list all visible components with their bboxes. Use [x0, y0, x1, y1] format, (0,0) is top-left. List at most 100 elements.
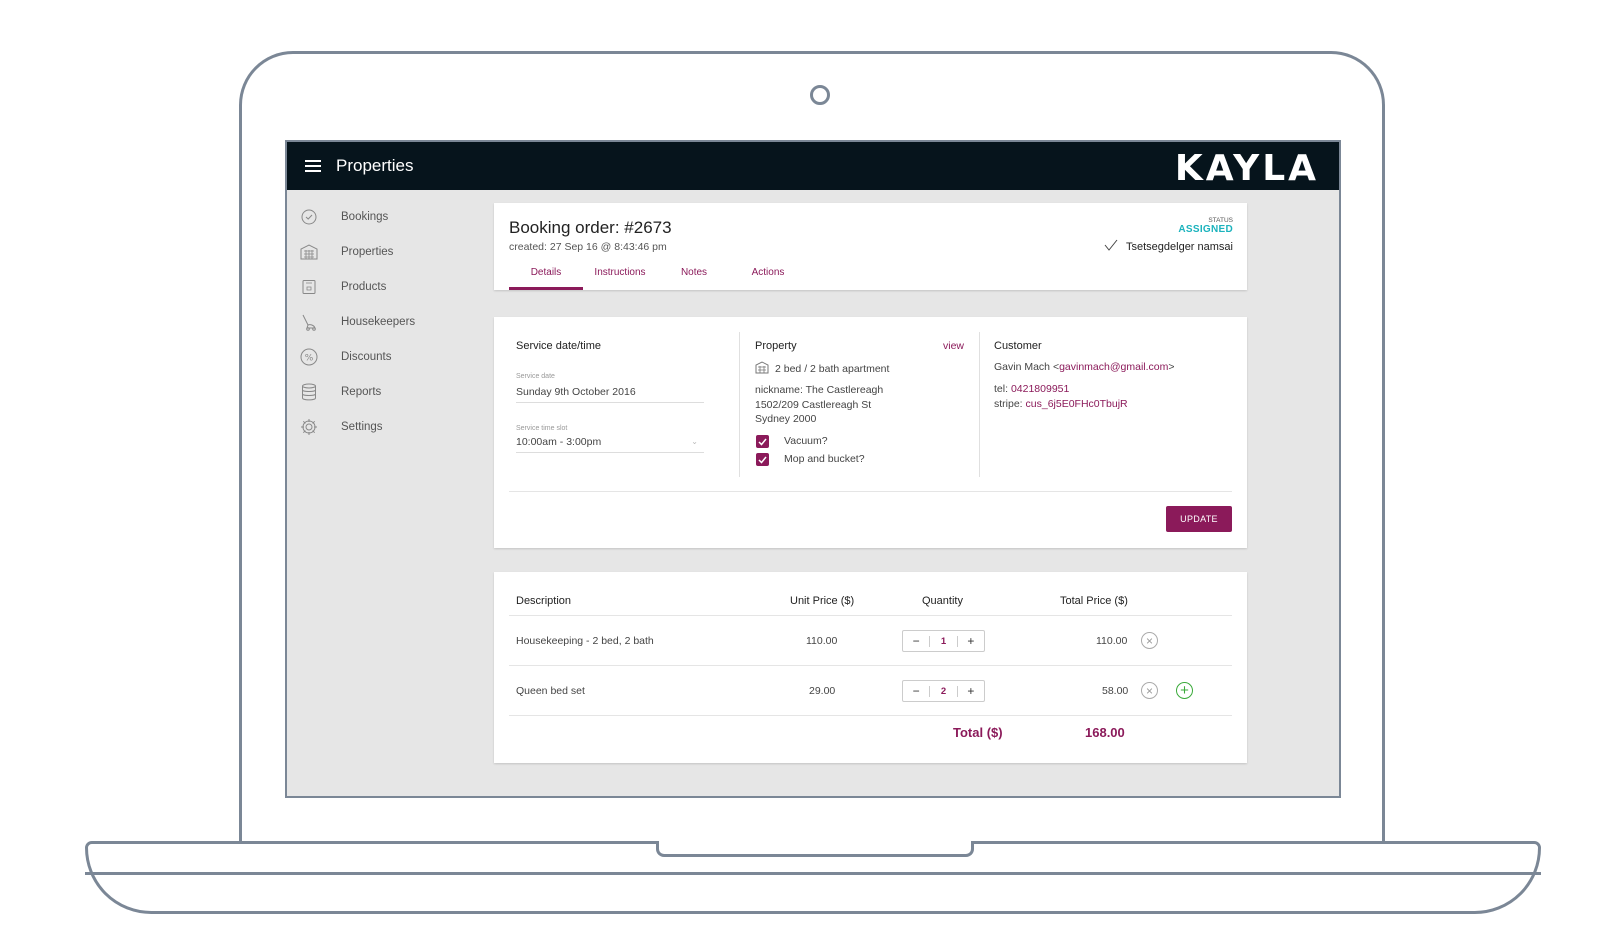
- stripe-label: stripe:: [994, 398, 1026, 410]
- property-address-line1: 1502/209 Castlereagh St: [755, 399, 872, 411]
- tab-notes[interactable]: Notes: [657, 263, 731, 290]
- column-divider: [979, 332, 980, 477]
- vacuum-icon: [299, 312, 319, 332]
- property-type: 2 bed / 2 bath apartment: [755, 361, 889, 377]
- increment-button[interactable]: +: [958, 684, 984, 698]
- tab-details[interactable]: Details: [509, 263, 583, 290]
- sidebar-item-settings[interactable]: Settings: [287, 409, 487, 444]
- screen: Properties KAYLA Bookings Properties Pro…: [285, 140, 1341, 798]
- service-slot-label: Service time slot: [516, 425, 568, 432]
- service-slot-value: 10:00am - 3:00pm: [516, 436, 602, 448]
- order-title: Booking order: #2673: [509, 218, 672, 237]
- service-slot-select[interactable]: 10:00am - 3:00pm ⌄: [516, 436, 704, 453]
- row-1-description: Housekeeping - 2 bed, 2 bath: [516, 635, 654, 647]
- customer-tel: tel: 0421809951: [994, 383, 1069, 395]
- row-1-unit-price: 110.00: [806, 635, 838, 647]
- add-icon[interactable]: +: [1176, 682, 1193, 699]
- row-2-unit-price: 29.00: [809, 685, 836, 697]
- service-date-field[interactable]: Sunday 9th October 2016: [516, 386, 704, 403]
- line-items-card: Description Unit Price ($) Quantity Tota…: [494, 572, 1247, 763]
- database-icon: [299, 382, 319, 402]
- customer-stripe: stripe: cus_6j5E0FHc0TbujR: [994, 398, 1128, 410]
- total-label: Total ($): [953, 725, 1003, 740]
- check-icon: [1104, 239, 1118, 254]
- sidebar-item-products[interactable]: Products: [287, 269, 487, 304]
- sidebar-item-label: Discounts: [341, 350, 392, 363]
- order-header-card: Booking order: #2673 created: 27 Sep 16 …: [494, 203, 1247, 290]
- sidebar-item-label: Bookings: [341, 210, 389, 223]
- vacuum-label: Vacuum?: [784, 435, 828, 447]
- menu-icon[interactable]: [305, 160, 321, 172]
- customer-stripe-link[interactable]: cus_6j5E0FHc0TbujR: [1026, 398, 1128, 410]
- sidebar-item-label: Products: [341, 280, 387, 293]
- vacuum-checkbox[interactable]: [756, 435, 769, 448]
- laptop-base-line: [85, 872, 1541, 875]
- row-1-quantity-stepper: − 1 +: [902, 630, 985, 652]
- sidebar-item-housekeepers[interactable]: Housekeepers: [287, 304, 487, 339]
- check-circle-icon: [299, 207, 319, 227]
- app-title: Properties: [336, 156, 414, 175]
- divider: [509, 491, 1232, 492]
- sidebar-item-label: Housekeepers: [341, 315, 416, 328]
- decrement-button[interactable]: −: [903, 634, 929, 648]
- sidebar-item-label: Reports: [341, 385, 382, 398]
- laptop-notch: [656, 841, 974, 857]
- quantity-value[interactable]: 2: [929, 685, 958, 697]
- sidebar-item-properties[interactable]: Properties: [287, 234, 487, 269]
- increment-button[interactable]: +: [958, 634, 984, 648]
- header-total-price: Total Price ($): [1060, 595, 1128, 607]
- box-icon: [299, 277, 319, 297]
- customer-email-close: >: [1168, 361, 1175, 373]
- tab-actions[interactable]: Actions: [731, 263, 805, 290]
- camera: [810, 85, 830, 105]
- building-icon: [755, 361, 769, 377]
- top-bar: Properties KAYLA: [287, 142, 1339, 190]
- row-2-total: 58.00: [1102, 685, 1129, 697]
- customer-title: Customer: [994, 340, 1042, 352]
- mop-checkbox[interactable]: [756, 453, 769, 466]
- tab-bar: Details Instructions Notes Actions: [509, 263, 805, 290]
- quantity-value[interactable]: 1: [929, 635, 958, 647]
- row-2-quantity-stepper: − 2 +: [902, 680, 985, 702]
- update-button[interactable]: UPDATE: [1166, 506, 1232, 532]
- sidebar-item-discounts[interactable]: % Discounts: [287, 339, 487, 374]
- mop-label: Mop and bucket?: [784, 453, 865, 465]
- property-title: Property: [755, 340, 797, 352]
- divider: [509, 715, 1232, 716]
- header-unit-price: Unit Price ($): [790, 595, 855, 607]
- divider: [509, 615, 1232, 616]
- kayla-logo: KAYLA: [1174, 148, 1319, 189]
- details-card: Service date/time Service date Sunday 9t…: [494, 317, 1247, 548]
- sidebar-item-bookings[interactable]: Bookings: [287, 199, 487, 234]
- status-badge: ASSIGNED: [1178, 224, 1233, 235]
- percent-icon: %: [299, 347, 319, 367]
- tab-instructions[interactable]: Instructions: [583, 263, 657, 290]
- assignee-name: Tsetsegdelger namsai: [1125, 240, 1233, 253]
- property-address-line2: Sydney 2000: [755, 413, 817, 425]
- customer-name: Gavin Mach <: [994, 361, 1060, 373]
- sidebar-item-reports[interactable]: Reports: [287, 374, 487, 409]
- assignee: Tsetsegdelger namsai: [1104, 239, 1233, 254]
- property-type-text: 2 bed / 2 bath apartment: [775, 363, 890, 375]
- remove-icon[interactable]: ×: [1141, 682, 1158, 699]
- header-description: Description: [516, 595, 572, 607]
- order-created: created: 27 Sep 16 @ 8:43:46 pm: [509, 241, 667, 253]
- building-icon: [299, 242, 319, 262]
- row-2-description: Queen bed set: [516, 685, 585, 697]
- property-view-link[interactable]: view: [943, 340, 964, 352]
- customer-tel-link[interactable]: 0421809951: [1011, 383, 1069, 395]
- row-1-total: 110.00: [1096, 635, 1128, 647]
- remove-icon[interactable]: ×: [1141, 632, 1158, 649]
- chevron-down-icon: ⌄: [691, 437, 698, 446]
- svg-text:%: %: [305, 353, 314, 363]
- customer-email-link[interactable]: gavinmach@gmail.com: [1059, 361, 1168, 373]
- decrement-button[interactable]: −: [903, 684, 929, 698]
- divider: [509, 665, 1232, 666]
- header-quantity: Quantity: [922, 595, 963, 607]
- customer-contact: Gavin Mach <gavinmach@gmail.com>: [994, 361, 1175, 373]
- property-nickname: nickname: The Castlereagh: [755, 384, 884, 396]
- total-value: 168.00: [1085, 725, 1125, 740]
- gear-icon: [299, 417, 319, 437]
- sidebar-item-label: Properties: [341, 245, 394, 258]
- sidebar: Bookings Properties Products Housekeeper…: [287, 190, 487, 796]
